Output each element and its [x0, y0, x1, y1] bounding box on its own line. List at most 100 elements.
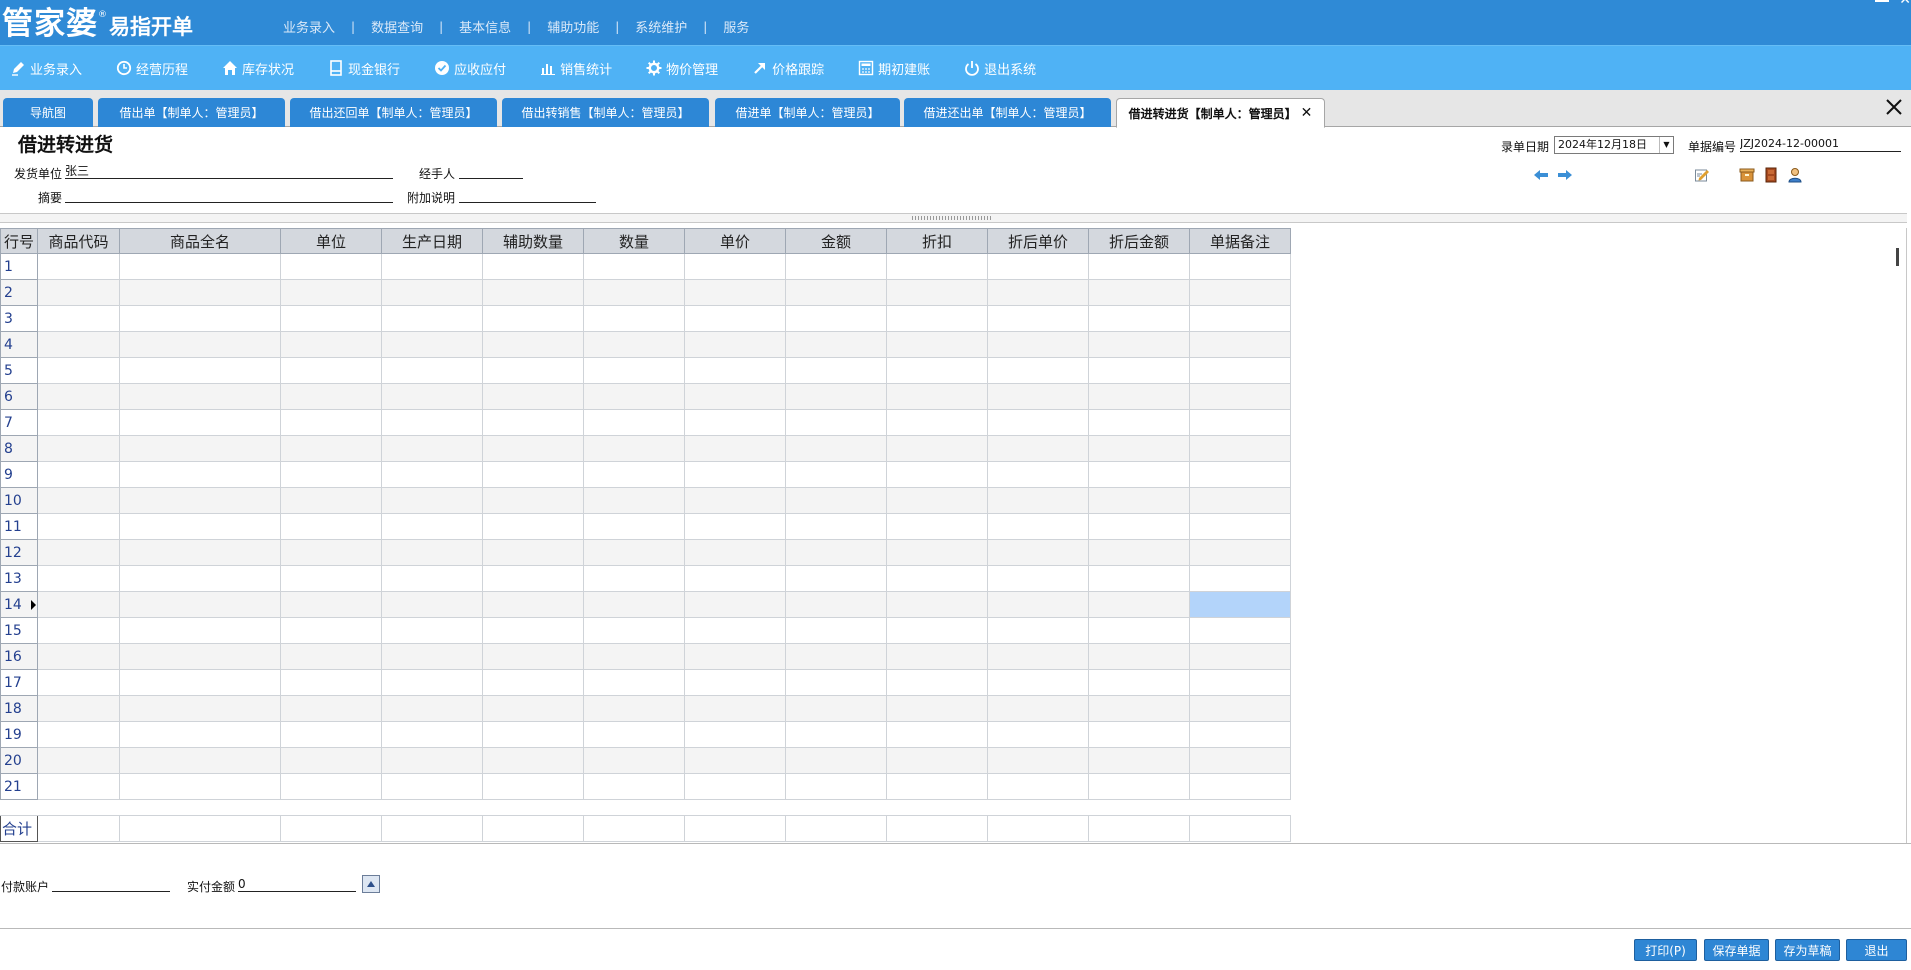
grid-cell[interactable] — [280, 409, 382, 436]
grid-cell[interactable] — [987, 253, 1089, 280]
grid-cell[interactable] — [583, 383, 685, 410]
grid-cell[interactable] — [785, 383, 887, 410]
grid-cell[interactable] — [37, 383, 120, 410]
grid-cell[interactable] — [1088, 643, 1190, 670]
column-header[interactable]: 商品代码 — [37, 228, 120, 254]
top-menu-aux-functions[interactable]: 辅助功能 — [539, 17, 607, 36]
grid-cell[interactable] — [785, 721, 887, 748]
grid-cell[interactable] — [987, 643, 1089, 670]
grid-cell[interactable] — [280, 513, 382, 540]
grid-cell[interactable] — [1088, 487, 1190, 514]
grid-cell[interactable] — [1088, 565, 1190, 592]
note-field[interactable] — [459, 188, 596, 203]
table-row[interactable]: 11 — [0, 513, 1291, 540]
grid-cell[interactable] — [1189, 461, 1291, 488]
grid-cell[interactable] — [280, 565, 382, 592]
grid-cell[interactable] — [482, 383, 584, 410]
edit-note-icon[interactable] — [1693, 166, 1711, 184]
grid-cell[interactable] — [583, 357, 685, 384]
grid-cell[interactable] — [381, 253, 483, 280]
grid-cell[interactable] — [482, 669, 584, 696]
grid-cell[interactable] — [482, 305, 584, 332]
grid-cell[interactable] — [886, 461, 988, 488]
table-row[interactable]: 2 — [0, 279, 1291, 306]
grid-cell[interactable] — [785, 409, 887, 436]
grid-cell[interactable] — [381, 409, 483, 436]
grid-cell[interactable] — [1189, 721, 1291, 748]
grid-cell[interactable] — [381, 565, 483, 592]
grid-cell[interactable] — [381, 773, 483, 800]
toolbar-price-management-button[interactable]: 物价管理 — [646, 59, 718, 78]
grid-cell[interactable] — [785, 279, 887, 306]
table-row[interactable]: 17 — [0, 669, 1291, 696]
grid-cell[interactable] — [37, 331, 120, 358]
next-arrow-icon[interactable] — [1556, 166, 1574, 184]
table-row[interactable]: 15 — [0, 617, 1291, 644]
grid-cell[interactable] — [119, 253, 281, 280]
grid-cell[interactable] — [1189, 695, 1291, 722]
table-row[interactable]: 21 — [0, 773, 1291, 800]
grid-cell[interactable] — [886, 669, 988, 696]
grid-cell[interactable] — [119, 435, 281, 462]
grid-cell[interactable] — [381, 461, 483, 488]
grid-cell[interactable] — [381, 357, 483, 384]
top-menu-basic-info[interactable]: 基本信息 — [451, 17, 519, 36]
grid-cell[interactable] — [1189, 565, 1291, 592]
grid-cell[interactable] — [1088, 617, 1190, 644]
toolbar-opening-setup-button[interactable]: 期初建账 — [858, 59, 930, 78]
grid-cell[interactable] — [482, 409, 584, 436]
grid-cell[interactable] — [1189, 487, 1291, 514]
grid-cell[interactable] — [1189, 435, 1291, 462]
grid-cell[interactable] — [583, 747, 685, 774]
grid-cell[interactable] — [381, 487, 483, 514]
grid-cell[interactable] — [886, 409, 988, 436]
grid-cell[interactable] — [987, 383, 1089, 410]
grid-cell[interactable] — [280, 331, 382, 358]
grid-cell[interactable] — [684, 721, 786, 748]
grid-cell[interactable] — [886, 331, 988, 358]
panel-splitter[interactable] — [0, 213, 1907, 223]
grid-cell[interactable] — [886, 773, 988, 800]
grid-cell[interactable] — [119, 773, 281, 800]
grid-cell[interactable] — [1189, 669, 1291, 696]
grid-cell[interactable] — [1088, 747, 1190, 774]
grid-cell[interactable] — [886, 747, 988, 774]
grid-cell[interactable] — [684, 617, 786, 644]
grid-cell[interactable] — [684, 331, 786, 358]
grid-cell[interactable] — [987, 669, 1089, 696]
grid-cell[interactable] — [684, 253, 786, 280]
grid-cell[interactable] — [1189, 513, 1291, 540]
grid-cell[interactable] — [119, 305, 281, 332]
save-button[interactable]: 保存单据 — [1704, 939, 1769, 961]
grid-cell[interactable] — [482, 461, 584, 488]
grid-cell[interactable] — [583, 539, 685, 566]
close-tab-icon[interactable]: ✕ — [1301, 105, 1313, 121]
grid-cell[interactable] — [37, 409, 120, 436]
grid-cell[interactable] — [886, 253, 988, 280]
grid-cell[interactable] — [987, 721, 1089, 748]
toolbar-sales-stats-button[interactable]: 销售统计 — [540, 59, 612, 78]
grid-cell[interactable] — [1088, 773, 1190, 800]
grid-cell[interactable] — [684, 695, 786, 722]
column-header[interactable]: 数量 — [583, 228, 685, 254]
tab-borrow-in-return[interactable]: 借进还出单【制单人：管理员】 — [904, 98, 1111, 127]
table-row[interactable]: 14 — [0, 591, 1291, 618]
column-header[interactable]: 折扣 — [886, 228, 988, 254]
grid-cell[interactable] — [1088, 539, 1190, 566]
table-row[interactable]: 9 — [0, 461, 1291, 488]
grid-cell[interactable] — [37, 487, 120, 514]
grid-cell[interactable] — [1189, 409, 1291, 436]
toolbar-exit-system-button[interactable]: 退出系统 — [964, 59, 1036, 78]
grid-cell[interactable] — [886, 487, 988, 514]
grid-cell[interactable] — [119, 487, 281, 514]
grid-cell[interactable] — [119, 669, 281, 696]
grid-cell[interactable] — [381, 305, 483, 332]
table-row[interactable]: 12 — [0, 539, 1291, 566]
grid-cell[interactable] — [482, 617, 584, 644]
grid-cell[interactable] — [482, 643, 584, 670]
grid-cell[interactable] — [37, 565, 120, 592]
grid-cell[interactable] — [381, 383, 483, 410]
top-menu-business-entry[interactable]: 业务录入 — [275, 17, 343, 36]
paid-amount-field[interactable]: 0 — [238, 877, 356, 892]
grid-cell[interactable] — [119, 695, 281, 722]
